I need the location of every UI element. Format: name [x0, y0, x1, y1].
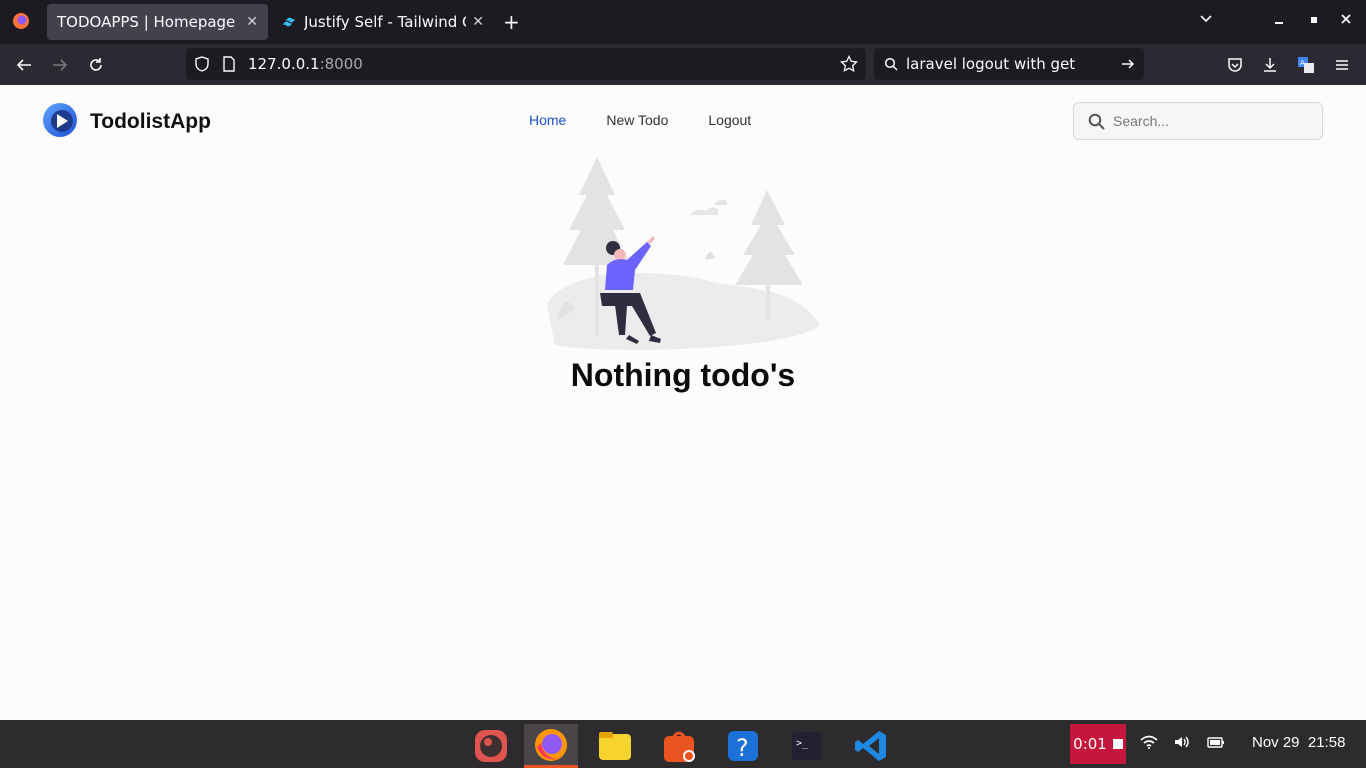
battery-icon[interactable] [1207, 734, 1225, 754]
back-arrow-icon[interactable] [13, 54, 35, 76]
screen-recorder-app-icon[interactable] [464, 724, 518, 768]
empty-state-illustration [545, 155, 825, 360]
url-host: 127.0.0.1 [248, 55, 320, 73]
svg-text:>_: >_ [796, 738, 809, 749]
nav-home-link[interactable]: Home [529, 112, 566, 128]
empty-state-heading: Nothing todo's [570, 357, 796, 393]
clock-time: 21:58 [1307, 734, 1346, 751]
tab-title: Justify Self - Tailwind C [304, 13, 467, 31]
firefox-app-icon[interactable] [524, 724, 578, 768]
tailwind-icon [282, 14, 298, 30]
main-nav: Home New Todo Logout [529, 112, 751, 128]
web-search-bar[interactable]: laravel logout with get [874, 48, 1144, 80]
reload-icon[interactable] [85, 54, 107, 76]
volume-icon[interactable] [1173, 734, 1191, 754]
clock-date: Nov 29 [1252, 734, 1300, 751]
shield-icon[interactable] [194, 56, 210, 76]
tab-title: TODOAPPS | Homepage [57, 13, 236, 31]
stop-icon[interactable] [1112, 735, 1123, 753]
close-icon[interactable]: ✕ [246, 14, 258, 30]
web-search-query: laravel logout with get [906, 55, 1076, 73]
site-search-box[interactable] [1073, 102, 1323, 140]
search-icon [884, 57, 898, 71]
new-tab-plus-icon[interactable]: + [503, 10, 520, 34]
page-icon[interactable] [222, 56, 236, 76]
url-port: :8000 [319, 55, 363, 73]
pocket-icon[interactable] [1224, 54, 1246, 76]
brand-title: TodolistApp [90, 110, 211, 133]
vscode-app-icon[interactable] [844, 724, 898, 768]
tab-tailwind[interactable]: Justify Self - Tailwind C ✕ [272, 4, 494, 40]
tab-todoapps[interactable]: TODOAPPS | Homepage ✕ [47, 4, 268, 40]
recording-time: 0:01 [1073, 735, 1107, 753]
browser-navigation-bar: 127.0.0.1:8000 laravel logout with get A [0, 44, 1366, 85]
go-arrow-icon[interactable] [1120, 56, 1136, 76]
address-bar[interactable]: 127.0.0.1:8000 [186, 48, 866, 80]
recording-indicator[interactable]: 0:01 [1070, 724, 1126, 764]
nav-logout-link[interactable]: Logout [708, 112, 751, 128]
hamburger-menu-icon[interactable] [1331, 54, 1353, 76]
terminal-app-icon[interactable]: >_ [780, 724, 834, 768]
nav-new-todo-link[interactable]: New Todo [606, 112, 668, 128]
search-input[interactable] [1113, 113, 1303, 129]
svg-text:A: A [1300, 59, 1305, 67]
translate-extension-icon[interactable]: A [1295, 54, 1317, 76]
close-window-icon[interactable] [1340, 12, 1352, 30]
maximize-icon[interactable] [1309, 12, 1319, 30]
close-icon[interactable]: ✕ [472, 14, 484, 30]
play-logo-icon [42, 102, 78, 142]
firefox-icon[interactable] [8, 8, 34, 34]
page-content: TodolistApp Home New Todo Logout Search.… [0, 85, 1366, 720]
wifi-icon[interactable] [1140, 734, 1158, 754]
svg-text:?: ? [736, 734, 749, 762]
os-taskbar: ? >_ 0:01 Nov 29 21:58 [0, 720, 1366, 768]
browser-tab-bar: TODOAPPS | Homepage ✕ Justify Self - Tai… [0, 0, 1366, 44]
forward-arrow-icon[interactable] [49, 54, 71, 76]
help-app-icon[interactable]: ? [716, 724, 770, 768]
system-clock[interactable]: Nov 29 21:58 [1252, 734, 1345, 751]
files-app-icon[interactable] [588, 724, 642, 768]
tab-list-chevron-icon[interactable] [1199, 12, 1213, 30]
bookmark-star-icon[interactable] [840, 54, 858, 77]
brand-link[interactable]: TodolistApp [42, 102, 211, 142]
downloads-icon[interactable] [1259, 54, 1281, 76]
software-store-app-icon[interactable] [652, 724, 706, 768]
minimize-icon[interactable] [1274, 12, 1284, 30]
search-icon [1088, 113, 1105, 130]
